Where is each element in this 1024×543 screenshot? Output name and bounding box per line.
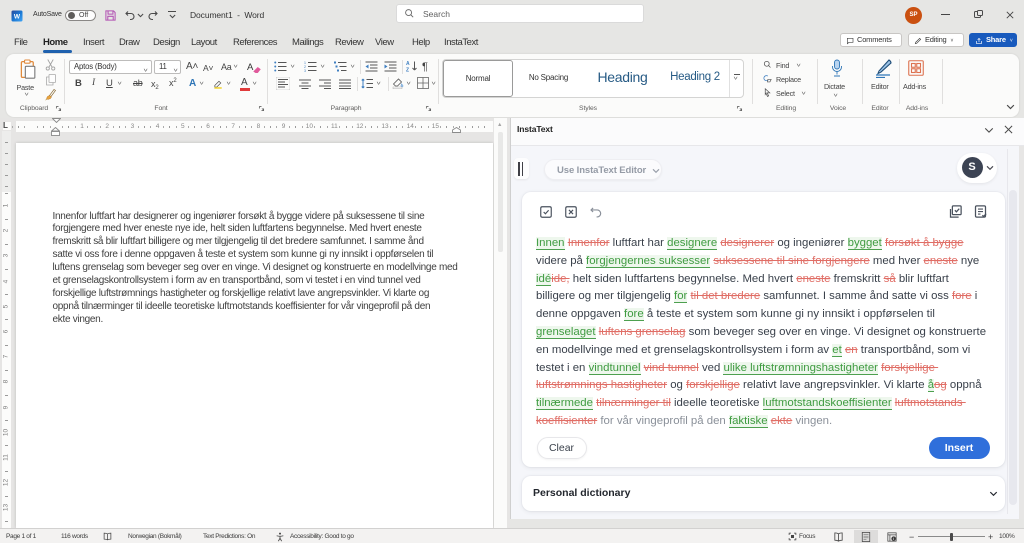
svg-text:1: 1 xyxy=(304,61,306,65)
svg-text:Z: Z xyxy=(406,68,409,73)
svg-text:A: A xyxy=(406,61,410,67)
svg-text:3: 3 xyxy=(304,69,306,72)
svg-text:W: W xyxy=(14,14,21,21)
svg-text:2: 2 xyxy=(304,65,306,69)
